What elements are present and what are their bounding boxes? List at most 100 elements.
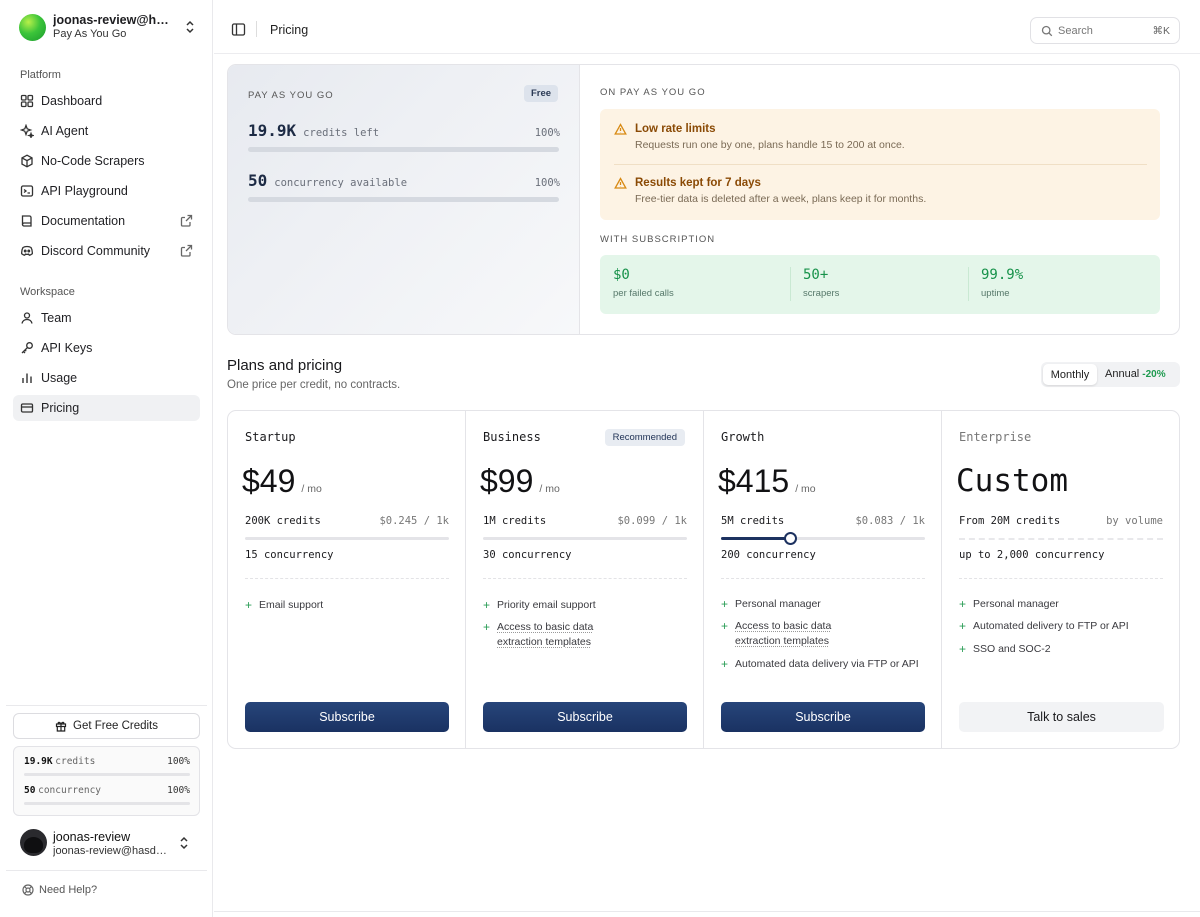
plan-feature-text: Personal manager (973, 598, 1059, 610)
discord-icon (21, 245, 33, 256)
plan-feature: + Personal manager (721, 597, 931, 612)
plan-price-period: / mo (795, 483, 816, 495)
external-link-icon (180, 244, 193, 257)
plan-price-value: $99 (480, 463, 534, 499)
warning-triangle-icon (614, 177, 627, 189)
sidebar-item-documentation[interactable]: Documentation (13, 208, 200, 234)
user-menu[interactable]: joonas-review joonas-review@hasdata.com (20, 829, 200, 859)
org-switcher[interactable]: joonas-review@hasdata.com Pay As You Go (12, 10, 202, 44)
stat-label: uptime (981, 288, 1010, 299)
sidebar-toggle-icon[interactable] (231, 22, 246, 37)
plan-feature: + SSO and SOC-2 (959, 642, 1169, 657)
plus-icon: + (721, 619, 729, 633)
sidebar-item-label: Usage (41, 371, 78, 385)
sidebar-item-api-playground[interactable]: API Playground (13, 178, 200, 204)
search-shortcut: ⌘K (1152, 25, 1170, 37)
credits-value: 19.9K (248, 121, 297, 140)
credits-bar (248, 147, 559, 152)
plan-feature[interactable]: + Access to basic data extraction templat… (483, 620, 623, 650)
credits-slider[interactable] (245, 537, 449, 540)
credits-slider[interactable] (483, 537, 687, 540)
sidebar-item-dashboard[interactable]: Dashboard (13, 88, 200, 114)
plan-name: Startup (245, 430, 296, 444)
concurrency-value: 50 (248, 171, 268, 190)
subscription-benefits: $0 per failed calls 50+ scrapers 99.9% u… (600, 255, 1160, 314)
plus-icon: + (245, 598, 253, 612)
plan-feature: + Automated delivery to FTP or API (959, 619, 1169, 634)
talk-to-sales-button[interactable]: Talk to sales (959, 702, 1164, 732)
subscribe-button[interactable]: Subscribe (483, 702, 687, 732)
plans-grid: Startup $49 / mo 200K credits $0.245 / 1k… (227, 410, 1180, 749)
mini-credits-label: credits (55, 756, 96, 767)
period-monthly-option[interactable]: Monthly (1043, 364, 1097, 385)
plan-card-enterprise: Enterprise Custom From 20M credits by vo… (942, 411, 1179, 748)
billing-period-toggle: Monthly Annual -20% (1041, 362, 1180, 387)
plan-feature: + Priority email support (483, 598, 693, 613)
credits-slider-knob[interactable] (784, 532, 798, 545)
credits-label: credits left (303, 127, 380, 139)
plan-separator (959, 578, 1163, 579)
sidebar-item-team[interactable]: Team (13, 305, 200, 331)
warning-desc: Free-tier data is deleted after a week, … (635, 193, 927, 205)
plan-rate: by volume (1106, 515, 1163, 527)
subscribe-button[interactable]: Subscribe (245, 702, 449, 732)
plan-price: $415 / mo (718, 463, 816, 500)
sidebar-item-ai-agent[interactable]: AI Agent (13, 118, 200, 144)
plus-icon: + (959, 597, 967, 611)
org-name: joonas-review@hasdata.com (53, 13, 173, 27)
bar-chart-icon (22, 373, 32, 383)
plus-icon: + (959, 619, 967, 633)
grid-icon (20, 94, 34, 108)
stat-value: $0 (613, 267, 630, 283)
external-link-icon (180, 214, 193, 227)
plan-feature-text: SSO and SOC-2 (973, 643, 1051, 655)
user-email: joonas-review@hasdata.com (53, 845, 173, 857)
sidebar-item-label: Team (41, 311, 72, 325)
sidebar-item-usage[interactable]: Usage (13, 365, 200, 391)
credits-slider[interactable] (721, 532, 925, 545)
sidebar-item-label: API Playground (41, 184, 128, 198)
key-icon (21, 342, 33, 354)
concurrency-bar (248, 197, 559, 202)
plan-price: $49 / mo (242, 463, 322, 500)
stat-value: 50+ (803, 267, 829, 283)
warning-title: Low rate limits (635, 123, 716, 135)
terminal-icon (20, 185, 34, 197)
content-bottom-border (214, 911, 1200, 912)
plan-feature: + Personal manager (959, 597, 1169, 612)
plan-feature-text: Automated delivery to FTP or API (973, 620, 1129, 632)
recommended-badge: Recommended (604, 429, 685, 446)
plus-icon: + (483, 620, 491, 634)
search-input[interactable]: Search ⌘K (1030, 17, 1180, 44)
sidebar-item-api-keys[interactable]: API Keys (13, 335, 200, 361)
sidebar-item-discord-community[interactable]: Discord Community (13, 238, 200, 264)
plan-separator (483, 578, 687, 579)
stat-scrapers: 50+ scrapers (803, 267, 839, 299)
need-help-link[interactable]: Need Help? (22, 884, 97, 896)
need-help-label: Need Help? (39, 884, 98, 896)
mini-concurrency-label: concurrency (38, 785, 102, 796)
plus-icon: + (483, 598, 491, 612)
subscribe-button[interactable]: Subscribe (721, 702, 925, 732)
plan-credits: 200K credits (245, 515, 321, 527)
annual-discount-badge: -20% (1142, 369, 1166, 380)
sidebar-item-label: Pricing (41, 401, 80, 415)
sidebar-item-label: Documentation (41, 214, 126, 228)
sidebar-item-label: AI Agent (41, 124, 89, 138)
with-subscription-label: WITH SUBSCRIPTION (600, 234, 716, 245)
mini-credits-pct: 100% (167, 756, 190, 767)
topbar-separator (256, 21, 257, 37)
credits-dashed-track (959, 538, 1163, 540)
get-free-credits-label: Get Free Credits (73, 720, 158, 732)
sidebar-item-no-code-scrapers[interactable]: No-Code Scrapers (13, 148, 200, 174)
on-payg-label: ON PAY AS YOU GO (600, 87, 706, 98)
breadcrumb: Pricing (270, 23, 309, 37)
sidebar-item-pricing[interactable]: Pricing (13, 395, 200, 421)
plan-name: Enterprise (959, 430, 1032, 444)
plan-feature[interactable]: + Access to basic data extraction templat… (721, 619, 861, 649)
period-annual-option[interactable]: Annual -20% (1105, 368, 1166, 380)
get-free-credits-button[interactable]: Get Free Credits (13, 713, 200, 739)
warning-triangle-icon (614, 123, 627, 135)
usage-card: PAY AS YOU GO Free 19.9K credits left 10… (227, 64, 1180, 335)
gift-icon (55, 721, 67, 732)
